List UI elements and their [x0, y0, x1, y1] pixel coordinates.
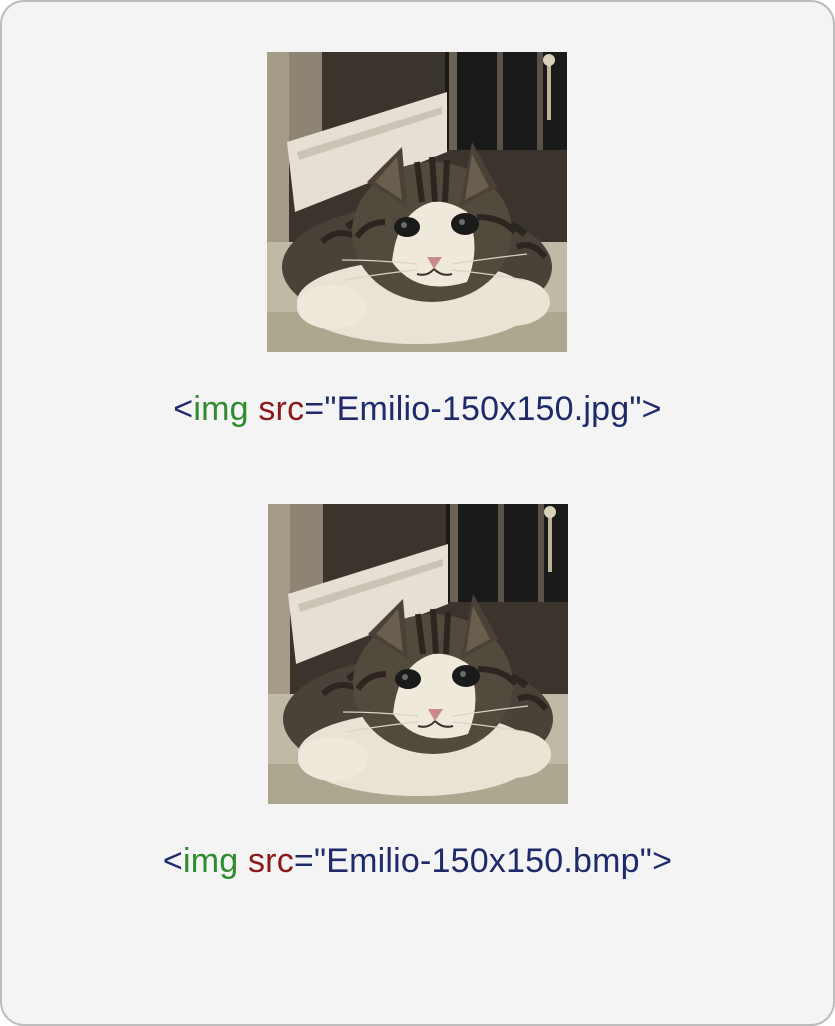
- attr-value: "Emilio-150x150.jpg": [324, 390, 641, 428]
- attr-name: src: [248, 842, 294, 880]
- attr-value: "Emilio-150x150.bmp": [314, 842, 652, 880]
- cat-image-bmp: [268, 504, 568, 804]
- attr-name: src: [258, 390, 304, 428]
- cat-image-jpg: [267, 52, 567, 352]
- tag-name: img: [183, 842, 238, 880]
- tag-name: img: [193, 390, 248, 428]
- code-line-jpg: <img src="Emilio-150x150.jpg">: [173, 390, 661, 429]
- code-line-bmp: <img src="Emilio-150x150.bmp">: [163, 842, 672, 881]
- example-jpg: <img src="Emilio-150x150.jpg">: [173, 52, 661, 429]
- bracket-close: >: [652, 842, 672, 880]
- equals: =: [304, 390, 324, 428]
- bracket-open: <: [173, 390, 193, 428]
- examples-panel: <img src="Emilio-150x150.jpg">: [0, 0, 835, 1026]
- bracket-open: <: [163, 842, 183, 880]
- bracket-close: >: [642, 390, 662, 428]
- equals: =: [294, 842, 314, 880]
- example-bmp: <img src="Emilio-150x150.bmp">: [163, 504, 672, 881]
